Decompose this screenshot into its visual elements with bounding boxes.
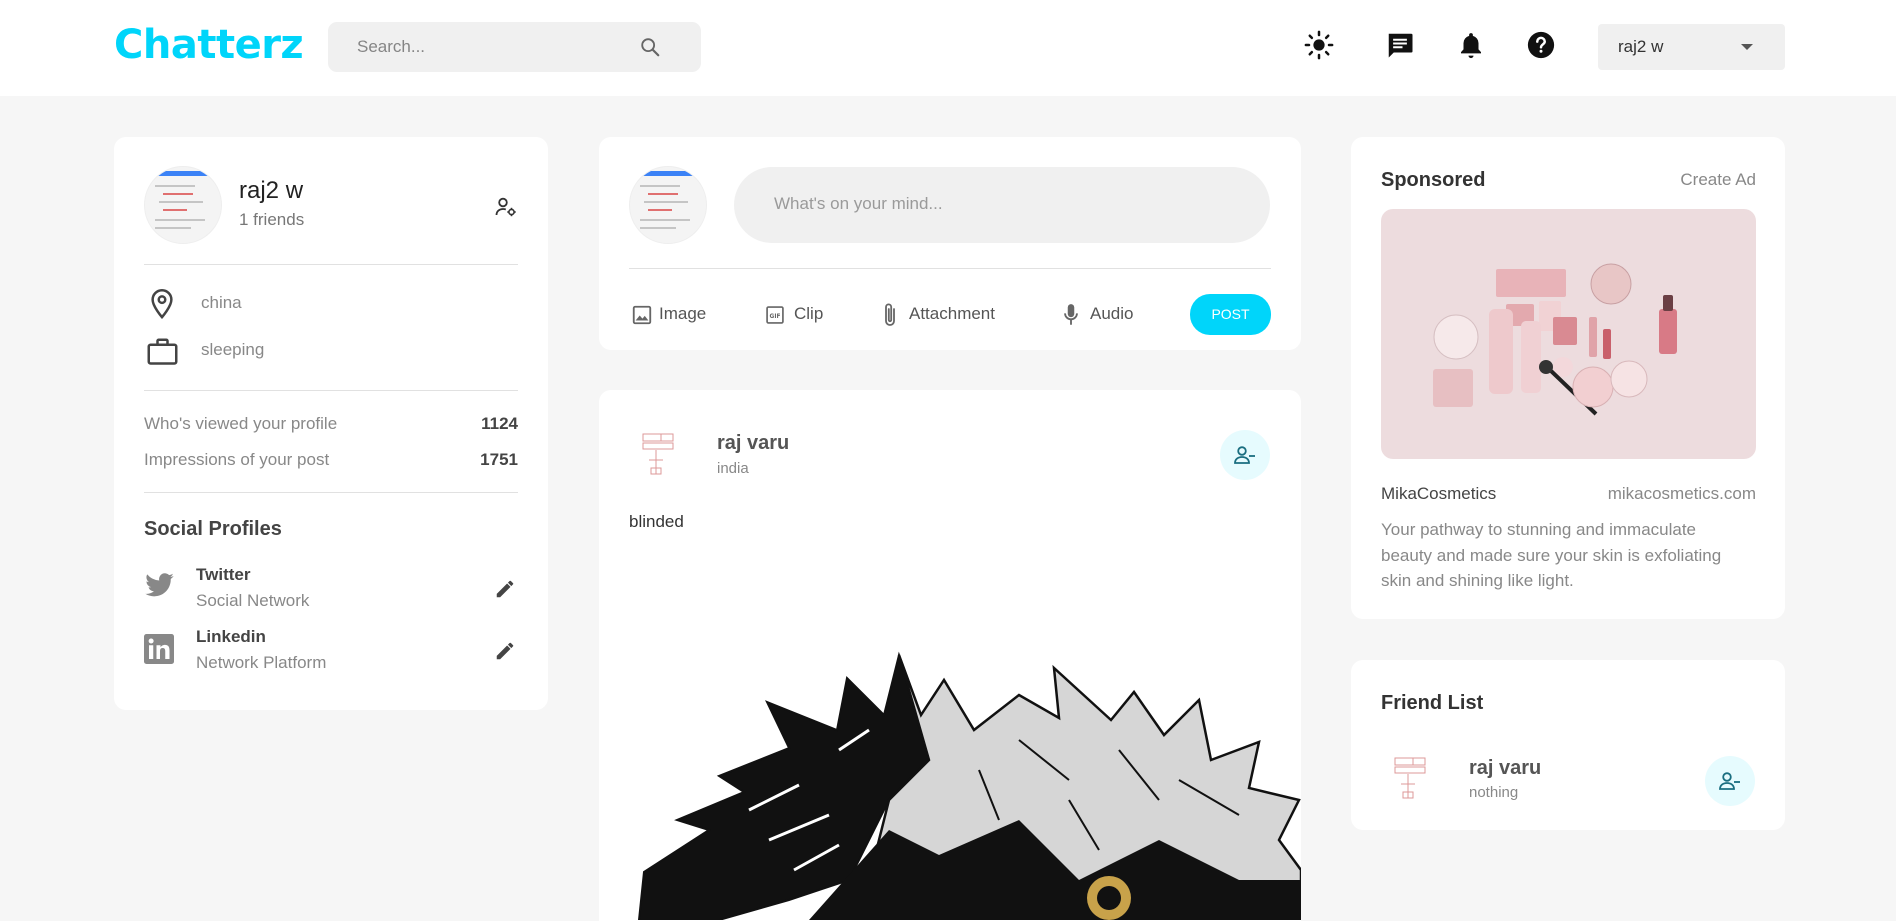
post-card	[599, 390, 1301, 921]
linkedin-label[interactable]: Linkedin	[196, 627, 266, 647]
divider	[144, 390, 518, 391]
message-icon[interactable]	[1385, 30, 1415, 60]
post-button[interactable]: POST	[1190, 294, 1271, 335]
stat-label-impressions: Impressions of your post	[144, 450, 330, 469]
social-profiles-heading: Social Profiles	[144, 518, 282, 540]
linkedin-icon	[144, 634, 174, 664]
search-icon[interactable]	[639, 36, 661, 58]
svg-text:GIF: GIF	[770, 314, 781, 320]
post-image	[637, 651, 1301, 920]
ad-image[interactable]	[1381, 209, 1756, 459]
composer-avatar[interactable]	[629, 166, 707, 244]
twitter-type: Social Network	[196, 591, 310, 610]
sponsor-description-line-2: beauty and made sure your skin is exfoli…	[1381, 546, 1722, 565]
manage-account-icon[interactable]	[494, 195, 518, 219]
location-icon	[151, 288, 173, 320]
navbar: Chatterz Search... raj2 w	[0, 0, 1896, 96]
linkedin-type: Network Platform	[196, 653, 327, 672]
profile-friends: 1 friends	[239, 210, 305, 229]
gif-icon[interactable]: GIF	[765, 305, 785, 325]
search-input[interactable]: Search...	[357, 37, 425, 57]
person-remove-icon	[1234, 446, 1255, 464]
microphone-icon[interactable]	[1062, 302, 1080, 328]
post-author-name[interactable]: raj varu	[717, 432, 789, 455]
edit-twitter-icon[interactable]	[494, 578, 516, 600]
sponsor-brand: MikaCosmetics	[1381, 484, 1497, 503]
sun-icon[interactable]	[1304, 30, 1334, 60]
stat-label-profile-views: Who's viewed your profile	[144, 414, 338, 433]
friend-avatar[interactable]	[1381, 752, 1435, 806]
profile-avatar[interactable]	[144, 166, 222, 244]
image-action[interactable]: Image	[659, 304, 706, 324]
search-bar[interactable]: Search...	[328, 22, 701, 72]
post-input[interactable]: What's on your mind...	[734, 167, 1270, 243]
image-icon[interactable]	[631, 304, 653, 326]
sponsor-description-line-1: Your pathway to stunning and immaculate	[1381, 520, 1697, 539]
post-author-location: india	[717, 460, 749, 477]
profile-location: china	[201, 293, 242, 312]
work-icon	[147, 338, 178, 365]
twitter-label[interactable]: Twitter	[196, 565, 250, 585]
user-select-value: raj2 w	[1618, 37, 1664, 56]
friend-subtitle: nothing	[1469, 784, 1519, 801]
divider	[144, 264, 518, 265]
app-logo[interactable]: Chatterz	[114, 22, 304, 68]
clip-action[interactable]: Clip	[794, 304, 823, 324]
sponsor-url[interactable]: mikacosmetics.com	[1608, 484, 1756, 504]
attachment-action[interactable]: Attachment	[909, 304, 995, 324]
twitter-icon	[145, 573, 174, 597]
audio-action[interactable]: Audio	[1090, 304, 1133, 324]
sponsored-heading: Sponsored	[1381, 169, 1486, 191]
cosmetics-products	[1433, 263, 1677, 416]
friend-list-heading: Friend List	[1381, 692, 1484, 714]
stat-value-impressions: 1751	[480, 450, 518, 469]
person-remove-icon	[1719, 772, 1740, 790]
post-text: blinded	[629, 512, 684, 531]
create-ad-link[interactable]: Create Ad	[1680, 170, 1756, 190]
help-icon[interactable]	[1526, 30, 1556, 60]
user-select[interactable]: raj2 w	[1598, 24, 1785, 70]
profile-name[interactable]: raj2 w	[239, 177, 303, 205]
profile-occupation: sleeping	[201, 340, 265, 359]
attachment-icon[interactable]	[881, 302, 899, 328]
remove-friend-button[interactable]	[1220, 430, 1270, 480]
remove-friend-button[interactable]	[1705, 756, 1755, 806]
post-author-avatar[interactable]	[629, 428, 683, 482]
post-input-placeholder: What's on your mind...	[774, 194, 943, 213]
bell-icon[interactable]	[1456, 30, 1486, 60]
sponsor-description-line-3: skin and shining like light.	[1381, 571, 1574, 590]
stat-value-profile-views: 1124	[481, 414, 518, 433]
chevron-down-icon	[1741, 44, 1753, 50]
edit-linkedin-icon[interactable]	[494, 640, 516, 662]
divider	[144, 492, 518, 493]
divider	[629, 268, 1271, 269]
friend-name[interactable]: raj varu	[1469, 757, 1541, 780]
